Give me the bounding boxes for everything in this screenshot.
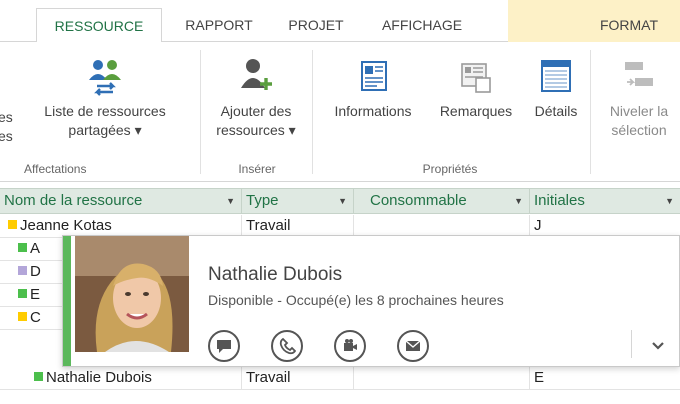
shared-resources-icon [89, 60, 121, 96]
column-header-initials-label: Initiales [534, 192, 585, 209]
clipped-button-label-line1: es [0, 109, 13, 125]
email-icon [405, 340, 421, 351]
shared-resources-label-line1: Liste de ressources [44, 103, 166, 119]
table-row[interactable]: Nathalie Dubois Travail E [0, 367, 680, 390]
resource-marker-icon [18, 266, 27, 275]
group-label-proprietes: Propriétés [422, 162, 478, 176]
cell-name[interactable]: Jeanne Kotas [0, 215, 242, 237]
presence-indicator [63, 236, 71, 366]
chat-icon [217, 340, 231, 353]
resource-name: Nathalie Dubois [46, 369, 152, 386]
level-selection-label-line2: sélection [611, 122, 667, 138]
information-card-icon [361, 61, 387, 91]
resource-marker-icon [34, 372, 43, 381]
details-icon [541, 60, 571, 92]
level-selection-button[interactable]: Niveler la sélection [594, 56, 680, 140]
resource-name: D [30, 263, 41, 280]
contact-card: Nathalie Dubois Disponible - Occupé(e) l… [62, 235, 680, 367]
expand-card-button[interactable] [647, 334, 669, 356]
resource-name: E [30, 286, 41, 303]
video-icon [344, 339, 357, 351]
ribbon-tab-bar: RESSOURCE RAPPORT PROJET AFFICHAGE FORMA… [0, 0, 680, 43]
tab-projet[interactable]: PROJET [274, 8, 358, 42]
video-call-button[interactable] [334, 330, 366, 362]
tab-rapport[interactable]: RAPPORT [170, 8, 268, 42]
cell-type[interactable]: Travail [242, 367, 354, 389]
column-header-type[interactable]: Type ▼ [242, 189, 354, 213]
clipped-button-label-line2: es [0, 128, 13, 144]
resource-name: A [30, 240, 41, 257]
grid-header-row: Nom de la ressource ▼ Type ▼ Consommable… [0, 188, 680, 214]
phone-icon [279, 337, 296, 355]
cell-initials[interactable]: E [530, 367, 680, 389]
information-label: Informations [334, 103, 412, 119]
tab-affichage[interactable]: AFFICHAGE [366, 8, 478, 42]
ribbon: es es Liste de ressources partagées ▾ Af… [0, 42, 680, 182]
group-label-inserer: Insérer [238, 162, 276, 176]
notes-icon [461, 63, 491, 93]
column-header-initials[interactable]: Initiales ▼ [530, 189, 680, 213]
details-button[interactable]: Détails [524, 56, 588, 121]
dropdown-arrow-icon[interactable]: ▼ [665, 189, 674, 213]
tab-format[interactable]: FORMAT [584, 8, 674, 42]
resource-marker-icon [18, 243, 27, 252]
cell-type[interactable]: Travail [242, 215, 354, 237]
information-button[interactable]: Informations [318, 56, 428, 121]
ribbon-group-separator [200, 50, 201, 174]
table-row[interactable] [0, 390, 680, 404]
column-header-consumable[interactable]: Consommable ▼ [354, 189, 530, 213]
column-header-name[interactable]: Nom de la ressource ▼ [0, 189, 242, 213]
details-label: Détails [534, 103, 578, 119]
card-divider [631, 330, 632, 358]
ribbon-group-separator [312, 50, 313, 174]
column-header-consumable-label: Consommable [370, 192, 467, 209]
column-header-name-label: Nom de la ressource [4, 192, 143, 209]
notes-button[interactable]: Remarques [428, 56, 524, 121]
cell-consumable[interactable] [354, 367, 530, 389]
add-resources-label-line2: ressources ▾ [216, 122, 296, 138]
cell-name[interactable]: Nathalie Dubois [0, 367, 242, 389]
resource-marker-icon [18, 289, 27, 298]
clipped-ribbon-button[interactable]: es es [0, 108, 13, 146]
contact-photo-image [75, 236, 189, 352]
add-resources-label-line1: Ajouter des [220, 103, 292, 119]
tab-ressource[interactable]: RESSOURCE [36, 8, 162, 43]
contact-name: Nathalie Dubois [208, 264, 343, 285]
shared-resources-button[interactable]: Liste de ressources partagées ▾ [20, 56, 190, 140]
level-selection-icon [625, 62, 653, 86]
shared-resources-label-line2: partagées ▾ [68, 122, 142, 138]
add-resources-button[interactable]: Ajouter des ressources ▾ [204, 56, 308, 140]
resource-name: C [30, 309, 41, 326]
notes-label: Remarques [439, 103, 513, 119]
cell-initials[interactable]: J [530, 215, 680, 237]
resource-marker-icon [8, 220, 17, 229]
cell-consumable[interactable] [354, 215, 530, 237]
dropdown-arrow-icon[interactable]: ▼ [514, 189, 523, 213]
contact-status: Disponible - Occupé(e) les 8 prochaines … [208, 292, 504, 308]
resource-marker-icon [18, 312, 27, 321]
level-selection-label-line1: Niveler la [609, 103, 669, 119]
dropdown-arrow-icon[interactable]: ▼ [338, 189, 347, 213]
column-header-type-label: Type [246, 192, 279, 209]
resource-name: Jeanne Kotas [20, 217, 112, 234]
email-button[interactable] [397, 330, 429, 362]
chevron-down-icon [652, 342, 664, 350]
call-button[interactable] [271, 330, 303, 362]
add-resource-icon [241, 59, 272, 90]
ribbon-group-separator [590, 50, 591, 174]
chat-button[interactable] [208, 330, 240, 362]
group-label-affectations: Affectations [24, 162, 87, 176]
contact-photo[interactable] [75, 236, 189, 352]
dropdown-arrow-icon[interactable]: ▼ [226, 189, 235, 213]
